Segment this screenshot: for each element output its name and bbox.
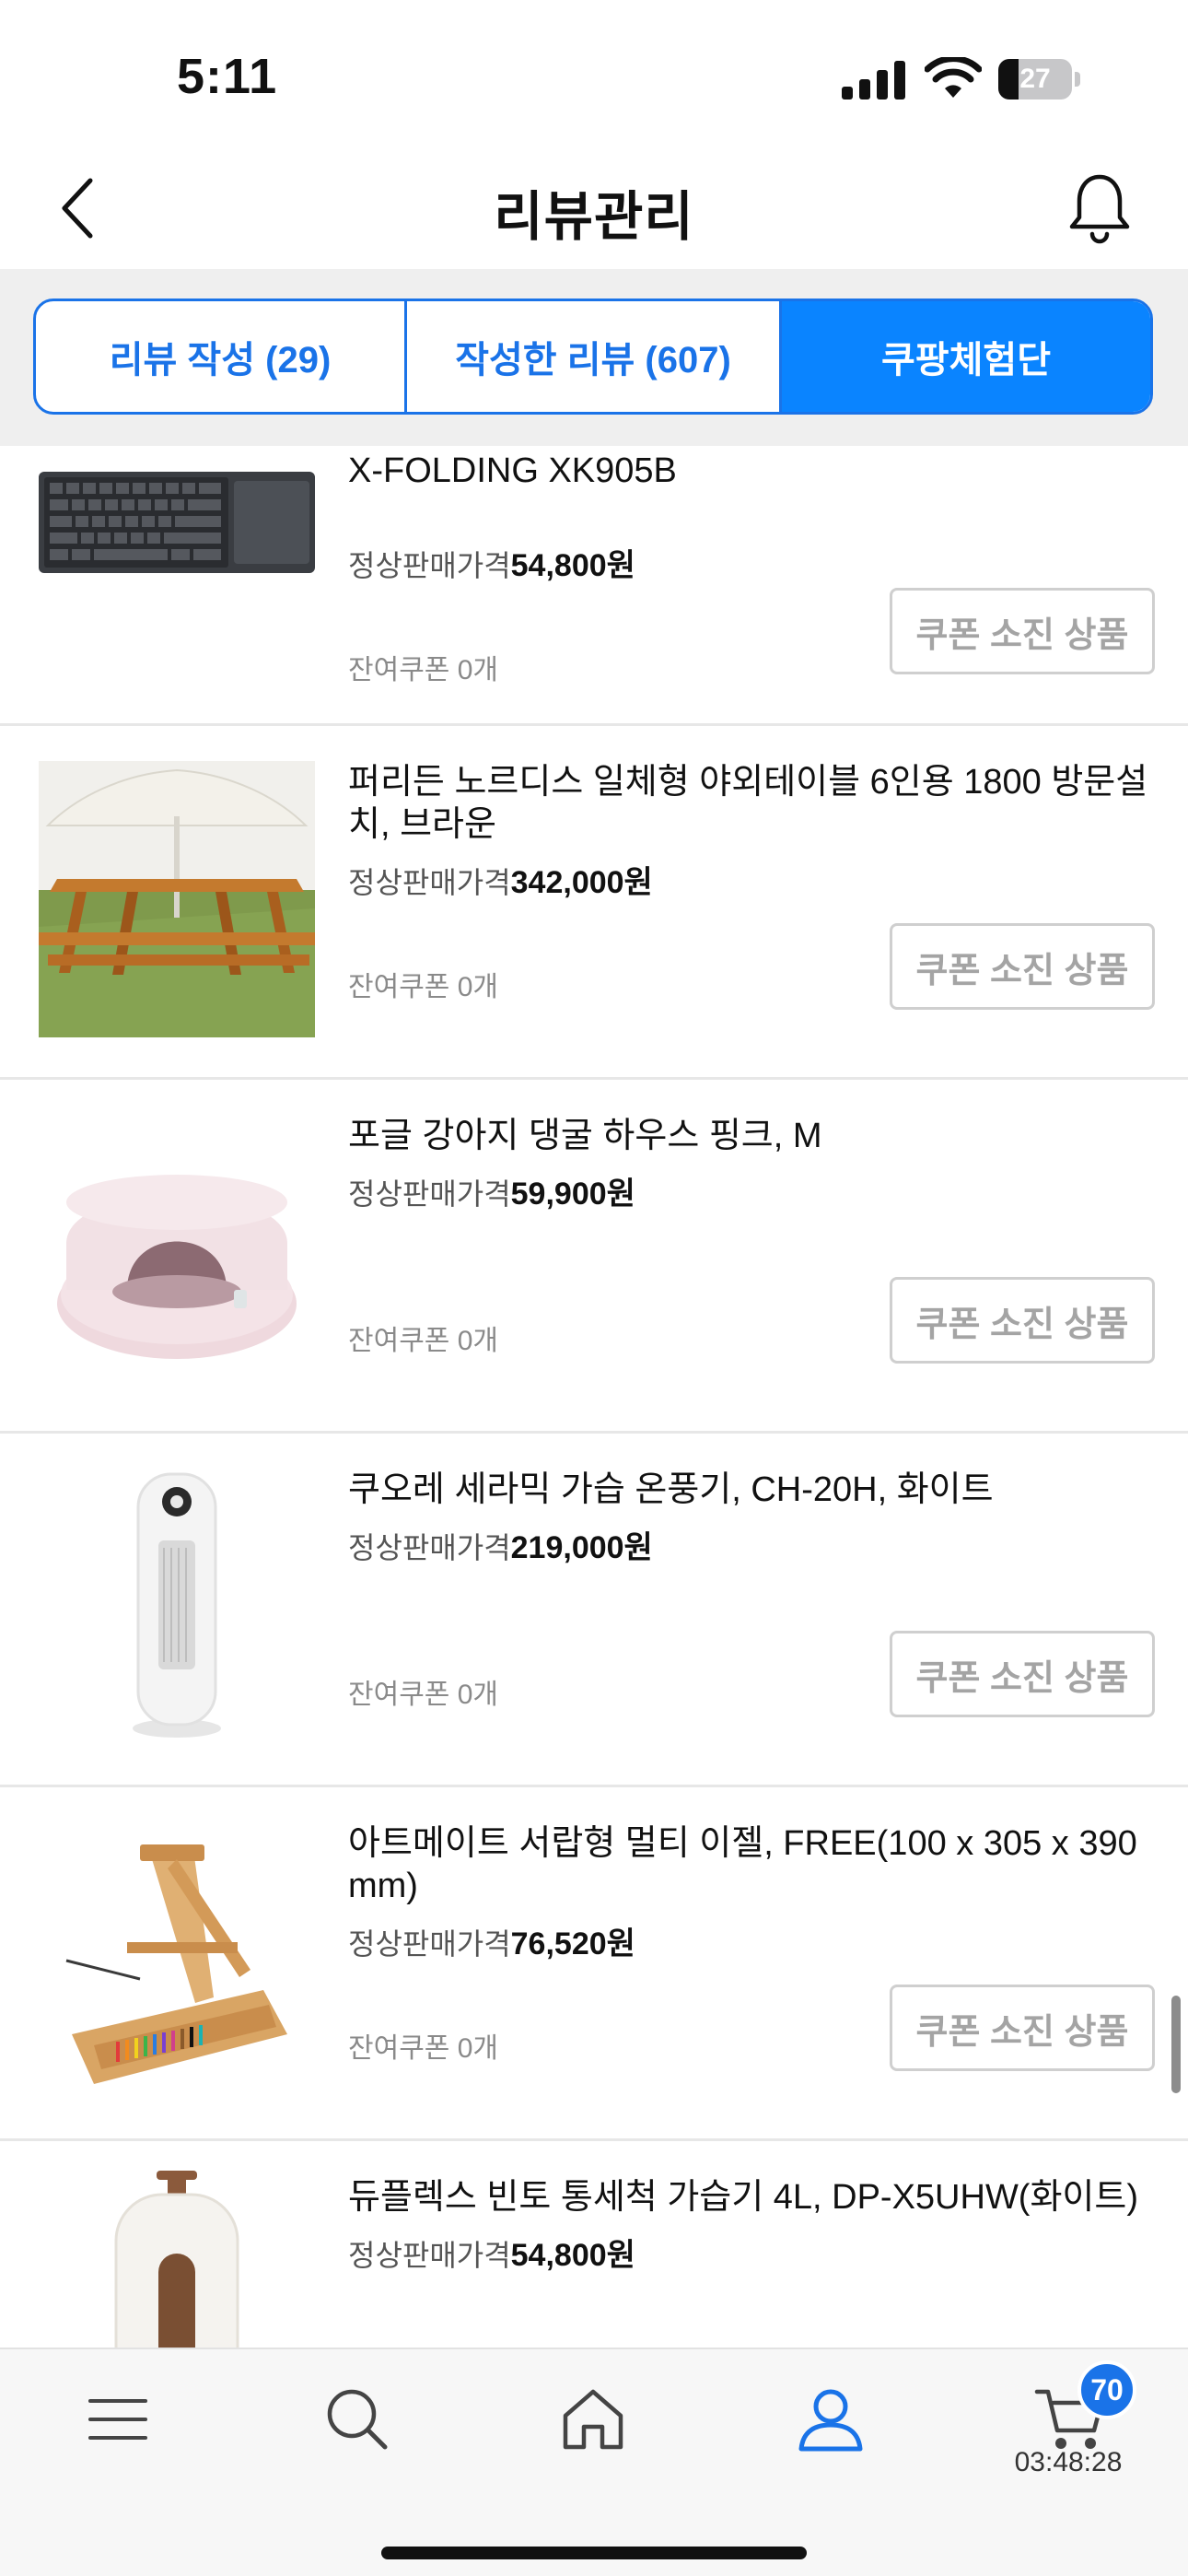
list-item[interactable]: 포글 강아지 댕굴 하우스 핑크, M 정상판매가격59,900원 잔여쿠폰 0…: [0, 1080, 1188, 1434]
humidifier-image: [39, 2171, 315, 2348]
remaining-coupons: 잔여쿠폰 0개: [348, 1326, 499, 1356]
bottom-nav: 70 03:48:28: [0, 2348, 1188, 2576]
price-value: 76,520원: [510, 1926, 635, 1961]
product-name[interactable]: 아이노트 터치패드 블루투스 무선키보드, 접이식, 블랙, X-FOLDING…: [348, 446, 1159, 492]
product-price: 정상판매가격54,800원: [348, 540, 635, 585]
remaining-coupons: 잔여쿠폰 0개: [348, 1680, 499, 1710]
list-item[interactable]: 듀플렉스 빈토 통세척 가습기 4L, DP-X5UHW(화이트) 정상판매가격…: [0, 2141, 1188, 2348]
remaining-coupons: 잔여쿠폰 0개: [348, 972, 499, 1002]
coupon-exhausted-button[interactable]: 쿠폰 소진 상품: [890, 588, 1155, 674]
price-value: 342,000원: [510, 865, 653, 900]
coupon-exhausted-button[interactable]: 쿠폰 소진 상품: [890, 1985, 1155, 2071]
keyboard-image: [39, 472, 315, 573]
battery-level: 27: [1019, 64, 1051, 94]
coupon-exhausted-button[interactable]: 쿠폰 소진 상품: [890, 1631, 1155, 1717]
price-value: 54,800원: [510, 2238, 635, 2273]
review-tabs: 리뷰 작성 (29) 작성한 리뷰 (607) 쿠팡체험단: [33, 299, 1153, 415]
price-label: 정상판매가격: [348, 866, 511, 899]
price-label: 정상판매가격: [348, 1177, 511, 1211]
list-item[interactable]: 퍼리든 노르디스 일체형 야외테이블 6인용 1800 방문설치, 브라운 정상…: [0, 726, 1188, 1080]
pet-house-image: [39, 1115, 315, 1391]
product-price: 정상판매가격342,000원: [348, 857, 653, 902]
app-header: 리뷰관리: [0, 147, 1188, 269]
cellular-signal-icon: [842, 61, 905, 100]
remaining-coupons: 잔여쿠폰 0개: [348, 2033, 499, 2064]
status-bar: 5:11 27: [0, 0, 1188, 147]
product-name[interactable]: 포글 강아지 댕굴 하우스 핑크, M: [348, 1115, 1159, 1157]
product-name[interactable]: 아트메이트 서랍형 멀티 이젤, FREE(100 x 305 x 390 mm…: [348, 1822, 1159, 1907]
product-price: 정상판매가격219,000원: [348, 1522, 653, 1567]
search-icon[interactable]: [320, 2383, 394, 2456]
tab-coupang-experience[interactable]: 쿠팡체험단: [779, 301, 1150, 412]
product-price: 정상판매가격59,900원: [348, 1168, 635, 1213]
status-time: 5:11: [177, 49, 278, 104]
coupon-exhausted-button[interactable]: 쿠폰 소진 상품: [890, 923, 1155, 1010]
review-tabs-bar: 리뷰 작성 (29) 작성한 리뷰 (607) 쿠팡체험단: [0, 269, 1188, 446]
list-item[interactable]: 쿠오레 세라믹 가습 온풍기, CH-20H, 화이트 정상판매가격219,00…: [0, 1434, 1188, 1787]
list-item[interactable]: 아이노트 터치패드 블루투스 무선키보드, 접이식, 블랙, X-FOLDING…: [0, 446, 1188, 726]
price-label: 정상판매가격: [348, 1927, 511, 1961]
product-price: 정상판매가격54,800원: [348, 2230, 635, 2275]
cart-timer: 03:48:28: [1014, 2447, 1123, 2477]
coupon-exhausted-button[interactable]: 쿠폰 소진 상품: [890, 1277, 1155, 1364]
home-icon[interactable]: [556, 2383, 630, 2456]
remaining-coupons: 잔여쿠폰 0개: [348, 655, 499, 685]
page-title: 리뷰관리: [494, 187, 694, 247]
easel-image: [39, 1822, 315, 2099]
tab-written-reviews[interactable]: 작성한 리뷰 (607): [404, 301, 779, 412]
price-value: 219,000원: [510, 1530, 653, 1565]
home-indicator: [381, 2547, 807, 2559]
bell-icon[interactable]: [1059, 168, 1140, 249]
product-list: 아이노트 터치패드 블루투스 무선키보드, 접이식, 블랙, X-FOLDING…: [0, 446, 1188, 2348]
wifi-icon: [925, 57, 982, 98]
product-name[interactable]: 쿠오레 세라믹 가습 온풍기, CH-20H, 화이트: [348, 1469, 1159, 1511]
tab-write-review[interactable]: 리뷰 작성 (29): [36, 301, 404, 412]
cart-count-badge: 70: [1077, 2360, 1136, 2419]
scroll-indicator[interactable]: [1171, 1996, 1181, 2093]
price-label: 정상판매가격: [348, 2239, 511, 2272]
battery-icon: 27: [998, 59, 1081, 100]
person-icon[interactable]: [794, 2383, 868, 2456]
price-label: 정상판매가격: [348, 1531, 511, 1564]
price-value: 54,800원: [510, 548, 635, 583]
heater-image: [39, 1469, 315, 1745]
product-price: 정상판매가격76,520원: [348, 1918, 635, 1963]
menu-icon[interactable]: [81, 2383, 155, 2456]
product-name[interactable]: 퍼리든 노르디스 일체형 야외테이블 6인용 1800 방문설치, 브라운: [348, 761, 1159, 846]
picnic-table-image: [39, 761, 315, 1037]
list-item[interactable]: 아트메이트 서랍형 멀티 이젤, FREE(100 x 305 x 390 mm…: [0, 1787, 1188, 2141]
product-name[interactable]: 듀플렉스 빈토 통세척 가습기 4L, DP-X5UHW(화이트): [348, 2176, 1159, 2219]
price-value: 59,900원: [510, 1177, 635, 1212]
price-label: 정상판매가격: [348, 549, 511, 582]
